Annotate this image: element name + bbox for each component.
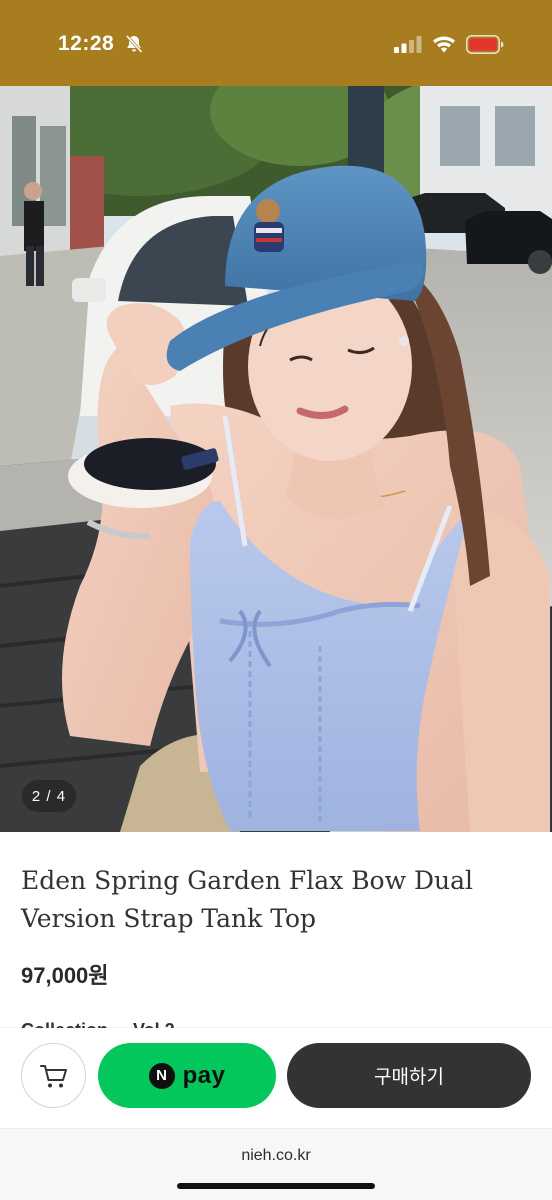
status-bar: 12:28 bbox=[0, 0, 552, 86]
buy-now-button[interactable]: 구매하기 bbox=[287, 1043, 531, 1108]
wifi-icon bbox=[433, 36, 455, 53]
shopping-cart-icon bbox=[39, 1064, 67, 1087]
battery-low-icon bbox=[466, 35, 504, 54]
image-page-counter: 2 / 4 bbox=[22, 780, 76, 812]
product-price: 97,000원 bbox=[21, 963, 109, 988]
product-title: Eden Spring Garden Flax Bow Dual Version… bbox=[21, 866, 474, 933]
npay-button[interactable]: N pay bbox=[98, 1043, 276, 1108]
purchase-bar: N pay 구매하기 bbox=[0, 1028, 552, 1128]
home-indicator[interactable] bbox=[177, 1183, 375, 1189]
product-photo-illustration bbox=[0, 86, 552, 832]
product-photo[interactable] bbox=[0, 86, 552, 832]
npay-label: pay bbox=[182, 1061, 226, 1089]
cart-button[interactable] bbox=[21, 1043, 86, 1108]
cellular-signal-icon bbox=[394, 36, 422, 53]
npay-logo-icon: N bbox=[148, 1062, 175, 1089]
browser-footer: nieh.co.kr bbox=[0, 1128, 552, 1200]
browser-domain[interactable]: nieh.co.kr bbox=[0, 1147, 552, 1165]
bell-slash-icon bbox=[125, 34, 143, 54]
status-time: 12:28 bbox=[58, 32, 115, 55]
